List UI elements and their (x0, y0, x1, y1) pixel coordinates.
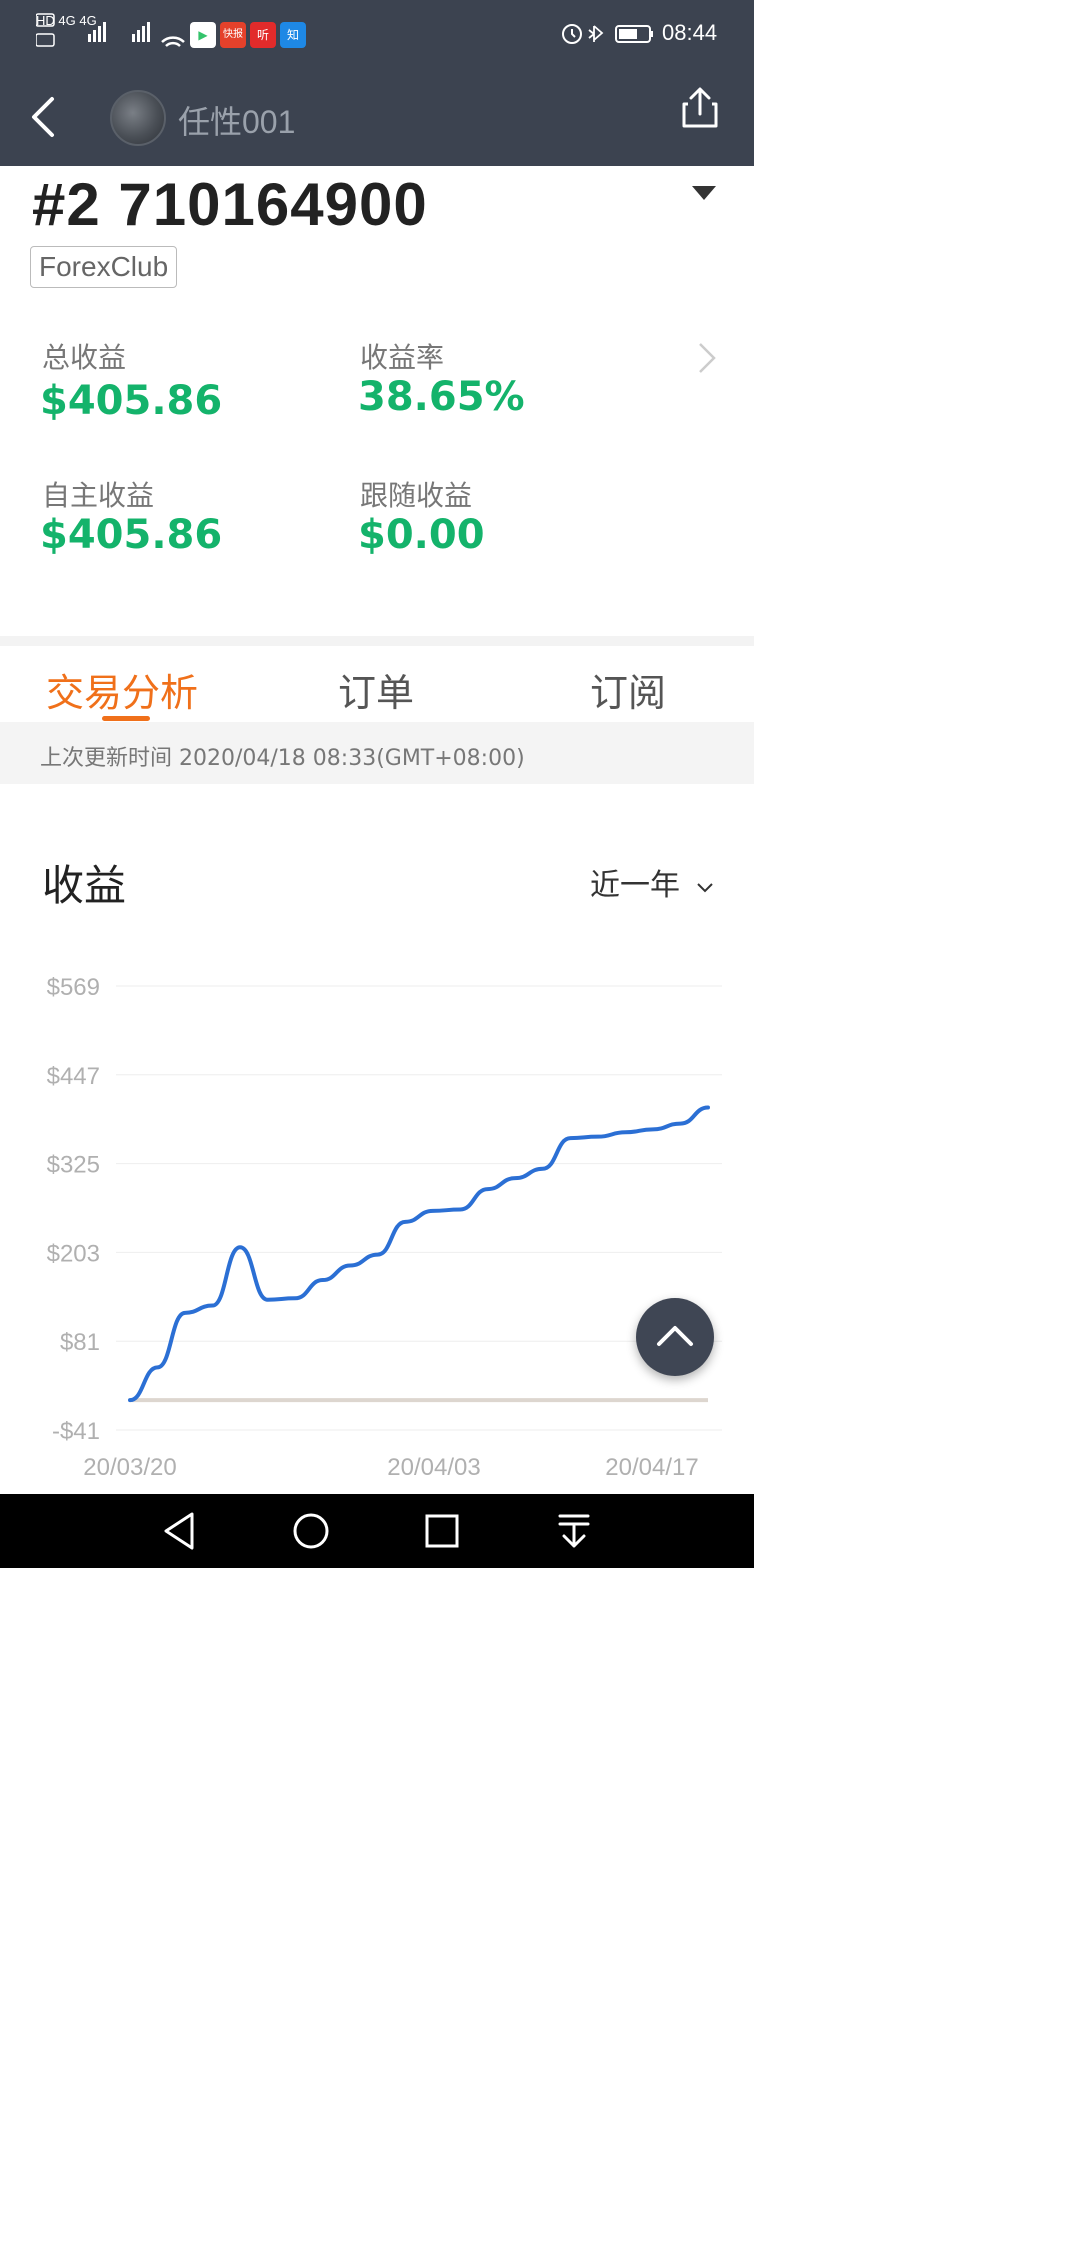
username: 任性001 (178, 104, 296, 140)
tab-subscriptions[interactable]: 订阅 (590, 662, 666, 717)
bluetooth-icon (588, 25, 604, 42)
tab-trade-analysis[interactable]: 交易分析 (46, 662, 198, 717)
profit-line-chart: $569 $447 $325 $203 $81 -$41 20/03/20 20/04/03 2… (47, 974, 722, 1481)
y-tick-label: $447 (47, 1063, 100, 1090)
x-tick-label: 20/04/03 (387, 1454, 480, 1481)
follow-profit-value: $0.00 (358, 512, 485, 558)
profit-series-line (128, 1105, 710, 1403)
total-profit-value: $405.86 (40, 378, 223, 424)
chevron-right-icon[interactable] (696, 342, 718, 374)
y-tick-label: $569 (47, 974, 100, 1001)
x-tick-label: 20/04/17 (605, 1454, 698, 1481)
scroll-to-top-button[interactable] (636, 1298, 714, 1376)
nav-back-icon[interactable] (160, 1510, 200, 1552)
account-id: #2 710164900 (32, 171, 428, 238)
y-tick-label: $81 (60, 1329, 100, 1356)
nav-notifications-icon[interactable] (556, 1512, 592, 1550)
broker-badge: ForexClub (30, 246, 178, 288)
return-rate-value: 38.65% (358, 374, 525, 420)
zhihu-app-icon: 知 (280, 22, 306, 48)
clock: 08:44 (662, 20, 718, 45)
kuaibao-app-icon: 快报 (220, 22, 246, 48)
follow-profit-label: 跟随收益 (360, 479, 473, 512)
time-range-label: 近一年 (590, 868, 680, 903)
status-icons (562, 24, 653, 44)
tab-orders[interactable]: 订单 (338, 662, 414, 717)
last-update-text: 上次更新时间 2020/04/18 08:33(GMT+08:00) (40, 746, 525, 771)
nav-recents-icon[interactable] (424, 1513, 460, 1549)
chevron-down-icon (696, 883, 713, 893)
share-icon[interactable] (680, 86, 720, 130)
ting-app-icon: 听 (250, 22, 276, 48)
self-profit-label: 自主收益 (42, 479, 155, 512)
return-rate-label: 收益率 (360, 341, 445, 374)
active-tab-indicator (102, 716, 150, 721)
total-profit-label: 总收益 (42, 341, 127, 374)
video-app-icon: ▶ (190, 22, 216, 48)
profit-section-title: 收益 (42, 861, 127, 910)
time-range-select[interactable]: 近一年 (590, 860, 714, 904)
nav-home-icon[interactable] (290, 1510, 332, 1552)
signal-icons (36, 13, 185, 47)
y-tick-label: -$41 (52, 1418, 100, 1445)
system-nav-bar (0, 1494, 754, 1568)
x-tick-label: 20/03/20 (83, 1454, 176, 1481)
account-dropdown-caret-icon[interactable] (692, 186, 716, 200)
section-divider (0, 636, 754, 646)
avatar[interactable] (110, 90, 166, 146)
chevron-up-icon (657, 1326, 693, 1346)
self-profit-value: $405.86 (40, 512, 223, 558)
y-tick-label: $203 (47, 1240, 100, 1267)
back-icon[interactable] (28, 95, 58, 139)
y-tick-label: $325 (47, 1152, 100, 1179)
